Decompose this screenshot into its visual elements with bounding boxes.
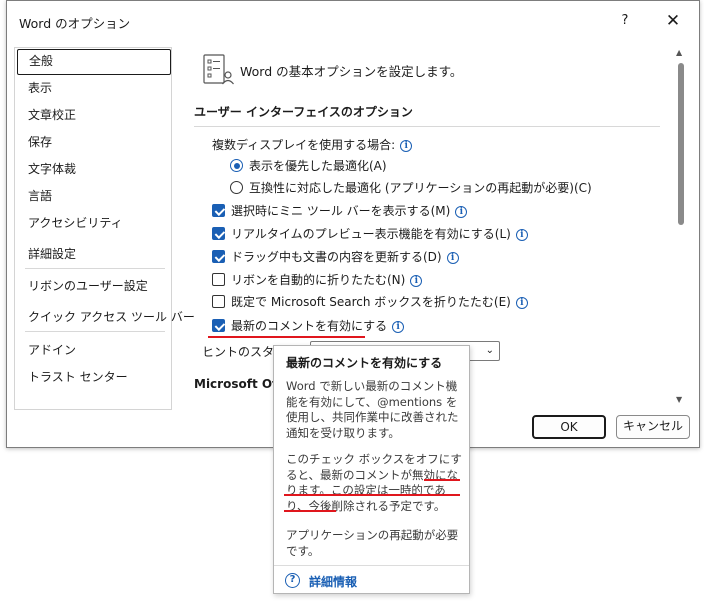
scrollbar-thumb[interactable] [678, 63, 684, 225]
sidebar-item-typography[interactable]: 文字体裁 [15, 156, 171, 182]
sidebar-item-language[interactable]: 言語 [15, 183, 171, 209]
checkbox[interactable] [212, 273, 225, 286]
option-mini-toolbar[interactable]: 選択時にミニ ツール バーを表示する(M) i [212, 202, 468, 220]
close-button[interactable]: ✕ [661, 9, 685, 33]
sidebar-item-trust-center[interactable]: トラスト センター [15, 364, 171, 390]
sidebar-item-addins[interactable]: アドイン [15, 337, 171, 363]
option-label: リボンを自動的に折りたたむ(N) [231, 273, 406, 287]
sidebar-item-customize-ribbon[interactable]: リボンのユーザー設定 [15, 273, 171, 299]
tooltip-divider [274, 565, 469, 566]
checkbox-checked[interactable] [212, 204, 225, 217]
option-search-collapse[interactable]: 既定で Microsoft Search ボックスを折りたたむ(E) i [212, 293, 528, 311]
checkbox-checked[interactable] [212, 250, 225, 263]
option-drag-update[interactable]: ドラッグ中も文書の内容を更新する(D) i [212, 248, 459, 266]
ok-button[interactable]: OK [532, 415, 606, 439]
section-title-microsoft-office: Microsoft Of [194, 377, 278, 391]
help-button[interactable]: ? [615, 11, 635, 31]
title-bar: Word のオプション ? ✕ [7, 1, 699, 39]
info-icon[interactable]: i [392, 321, 405, 333]
radio-optimize-compatibility[interactable]: 互換性に対応した最適化 (アプリケーションの再起動が必要)(C) [230, 179, 592, 197]
checkbox[interactable] [212, 295, 225, 308]
checkbox-checked[interactable] [212, 227, 225, 240]
radio-button-selected[interactable] [230, 159, 243, 172]
checkbox-checked[interactable] [212, 319, 225, 332]
tooltip-more-info-link[interactable]: 詳細情報 [309, 573, 357, 590]
dialog-title: Word のオプション [19, 16, 131, 31]
info-icon[interactable]: i [455, 206, 468, 218]
option-label: リアルタイムのプレビュー表示機能を有効にする(L) [231, 227, 511, 241]
info-icon[interactable]: i [400, 140, 413, 152]
option-live-preview[interactable]: リアルタイムのプレビュー表示機能を有効にする(L) i [212, 225, 528, 243]
section-title-ui-options: ユーザー インターフェイスのオプション [194, 105, 413, 119]
sidebar-item-display[interactable]: 表示 [15, 75, 171, 101]
vertical-scrollbar[interactable]: ▲ ▼ [674, 47, 688, 411]
option-label: ドラッグ中も文書の内容を更新する(D) [231, 250, 442, 264]
help-circle-icon[interactable]: ? [285, 573, 300, 588]
radio-label: 互換性に対応した最適化 (アプリケーションの再起動が必要)(C) [249, 181, 592, 195]
option-modern-comments[interactable]: 最新のコメントを有効にする i [212, 317, 405, 335]
red-underline-annotation [424, 479, 460, 481]
tooltip-restart-note: アプリケーションの再起動が必要です。 [286, 528, 459, 558]
info-icon[interactable]: i [446, 252, 459, 264]
option-label: 選択時にミニ ツール バーを表示する(M) [231, 204, 451, 218]
sidebar-item-advanced[interactable]: 詳細設定 [15, 241, 171, 267]
cancel-button[interactable]: キャンセル [616, 415, 690, 439]
options-sidebar: 全般 表示 文章校正 保存 文字体裁 言語 アクセシビリティ 詳細設定 リボンの… [14, 47, 195, 410]
radio-button[interactable] [230, 181, 243, 194]
red-underline-annotation [284, 494, 460, 496]
info-icon[interactable]: i [410, 275, 423, 287]
radio-optimize-appearance[interactable]: 表示を優先した最適化(A) [230, 157, 387, 175]
sidebar-item-general[interactable]: 全般 [17, 49, 171, 75]
info-icon[interactable]: i [515, 297, 528, 309]
page-heading: Word の基本オプションを設定します。 [240, 64, 463, 79]
sidebar-item-accessibility[interactable]: アクセシビリティ [15, 210, 171, 236]
tooltip-title: 最新のコメントを有効にする [286, 356, 443, 370]
tooltip-warning: このチェック ボックスをオフにすると、最新のコメントが無効になります。この設定は… [286, 452, 462, 513]
scroll-down-icon[interactable]: ▼ [676, 395, 682, 404]
multi-display-row: 複数ディスプレイを使用する場合: i [212, 136, 413, 154]
option-ribbon-collapse[interactable]: リボンを自動的に折りたたむ(N) i [212, 271, 423, 289]
multi-display-label: 複数ディスプレイを使用する場合: [212, 138, 396, 152]
tooltip-description: Word で新しい最新のコメント機能を有効にして、@mentions を使用し、… [286, 379, 459, 440]
modern-comments-tooltip: 最新のコメントを有効にする Word で新しい最新のコメント機能を有効にして、@… [273, 345, 470, 594]
sidebar-divider [25, 268, 165, 269]
chevron-down-icon: ⌄ [485, 345, 494, 356]
option-label: 既定で Microsoft Search ボックスを折りたたむ(E) [231, 295, 511, 309]
sidebar-item-quick-access-toolbar[interactable]: クイック アクセス ツール バー [15, 304, 195, 330]
options-list-person-icon [203, 54, 234, 85]
red-underline-annotation [284, 510, 336, 512]
info-icon[interactable]: i [515, 229, 528, 241]
red-underline-annotation [208, 336, 365, 338]
radio-label: 表示を優先した最適化(A) [249, 159, 387, 173]
scroll-up-icon[interactable]: ▲ [676, 48, 682, 57]
sidebar-divider [25, 331, 165, 332]
option-label: 最新のコメントを有効にする [231, 319, 388, 333]
sidebar-item-save[interactable]: 保存 [15, 129, 171, 155]
sidebar-item-proofing[interactable]: 文章校正 [15, 102, 171, 128]
section-divider [194, 126, 660, 127]
